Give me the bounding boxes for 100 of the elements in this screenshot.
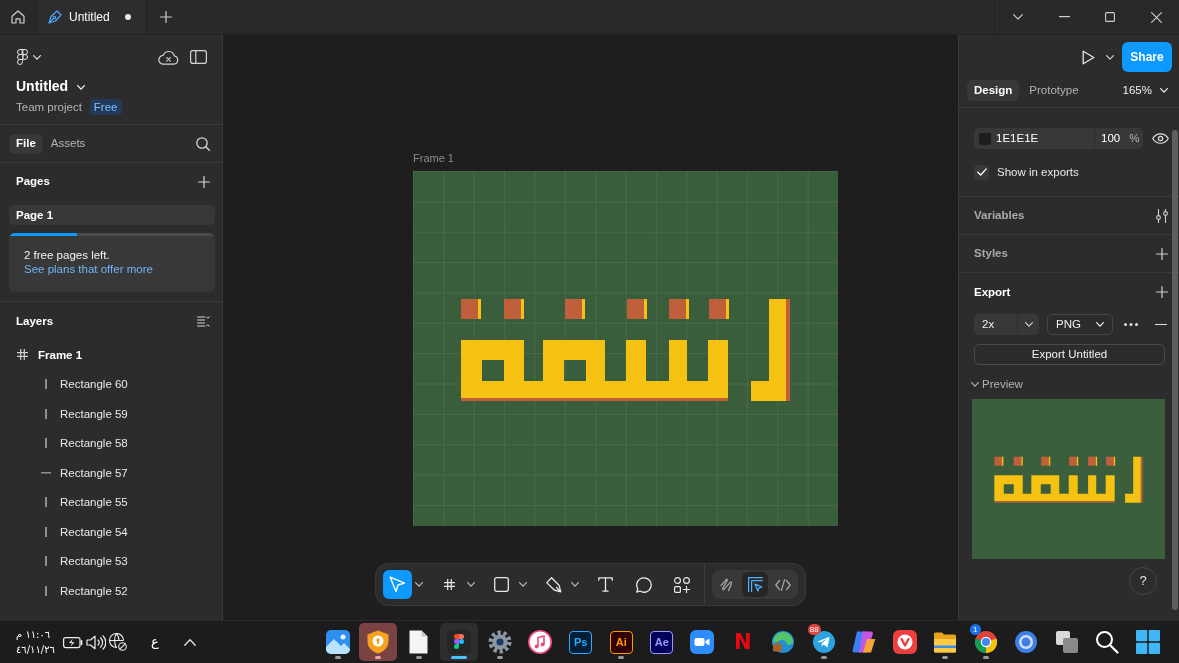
plus-icon[interactable]	[160, 11, 172, 23]
layer-row[interactable]: Rectangle 57	[0, 458, 222, 488]
scrollbar-thumb[interactable]	[1172, 130, 1178, 610]
video-camera-icon	[690, 630, 715, 654]
check-icon	[976, 168, 987, 176]
keyboard-language[interactable]: ع	[150, 633, 160, 651]
letter-shape	[1125, 456, 1143, 503]
panel-tab[interactable]: File	[9, 133, 43, 154]
horizontal-line-icon	[41, 472, 51, 474]
taskbar-button[interactable]: N	[723, 623, 762, 661]
caret-icon[interactable]	[415, 582, 423, 587]
layer-row[interactable]: Rectangle 60	[0, 369, 222, 399]
taskbar-button[interactable]: 88	[804, 623, 843, 661]
layer-row[interactable]: Rectangle 59	[0, 399, 222, 429]
taskbar-button[interactable]: 1	[966, 623, 1005, 661]
plus-icon[interactable]	[1156, 286, 1168, 298]
help-button[interactable]: ?	[1129, 567, 1157, 595]
eye-icon[interactable]	[1152, 133, 1169, 144]
cursor-icon	[389, 576, 406, 593]
browser-icon	[771, 630, 796, 654]
ribbon-icon	[852, 631, 877, 653]
scale-select[interactable]: 2x	[974, 314, 1039, 335]
browser-icon	[973, 630, 998, 654]
clock-date: ٤٦/١١/٢٦	[16, 643, 55, 657]
page-item[interactable]: Page 1	[9, 205, 215, 225]
more-icon[interactable]	[1124, 323, 1138, 326]
maximize-icon[interactable]	[1105, 12, 1115, 22]
sidebar-icon[interactable]	[189, 50, 207, 64]
section-title: Export	[974, 284, 1011, 300]
logo-letter: N	[733, 631, 752, 653]
project-name: Team project	[16, 99, 82, 115]
layer-row[interactable]: Rectangle 53	[0, 546, 222, 576]
taskbar-button[interactable]: Ai	[602, 623, 641, 661]
cloud-x-icon[interactable]	[157, 49, 179, 65]
search-icon[interactable]	[196, 136, 210, 151]
layer-row[interactable]: Rectangle 55	[0, 487, 222, 517]
caret-icon[interactable]	[1106, 54, 1114, 60]
layer-row[interactable]: Rectangle 54	[0, 517, 222, 547]
layer-row[interactable]: Frame 1	[0, 340, 222, 370]
close-icon[interactable]	[1150, 11, 1162, 23]
move-tool-button[interactable]	[383, 570, 412, 599]
browser-logo-icon	[892, 630, 917, 654]
music-note-icon	[528, 630, 553, 654]
pen-nib-icon	[48, 10, 62, 24]
hex-value[interactable]: 1E1E1E	[996, 131, 1039, 146]
home-icon[interactable]	[11, 10, 25, 24]
document-icon	[409, 630, 429, 654]
grid-icon	[1135, 630, 1160, 654]
percent-sign: %	[1129, 131, 1140, 146]
export-button[interactable]: Export Untitled	[974, 344, 1165, 365]
file-name[interactable]: Untitled	[16, 78, 69, 96]
frame-title[interactable]: Frame 1	[413, 151, 454, 165]
list-collapse-icon[interactable]	[197, 315, 210, 327]
hash-icon	[17, 349, 28, 361]
taskbar-button[interactable]: Ae	[642, 623, 681, 661]
taskbar-button[interactable]: Ps	[561, 623, 600, 661]
plus-icon[interactable]	[198, 175, 210, 188]
layer-row[interactable]: Rectangle 52	[0, 576, 222, 606]
checkbox-label: Show in exports	[997, 164, 1079, 180]
plus-icon[interactable]	[1156, 247, 1168, 260]
square-shape	[627, 299, 647, 319]
speaker-icon[interactable]	[86, 634, 106, 650]
chevron-down-icon[interactable]	[1013, 14, 1023, 20]
caret-icon[interactable]	[467, 582, 475, 587]
minimize-icon[interactable]	[1058, 16, 1070, 18]
section-title: Variables	[974, 208, 1025, 223]
section-title: Layers	[16, 313, 54, 329]
sliders-icon[interactable]	[1156, 208, 1168, 223]
panel-tab[interactable]: Assets	[43, 133, 93, 154]
panel-tab[interactable]: Prototype	[1022, 79, 1086, 101]
taskbar-button[interactable]	[359, 623, 398, 661]
layer-row[interactable]: Rectangle 58	[0, 428, 222, 458]
chevron-up-icon[interactable]	[184, 638, 196, 646]
notification-badge: 88	[807, 624, 821, 635]
taskbar-button[interactable]	[440, 623, 479, 661]
opacity-value[interactable]: 100	[1101, 131, 1121, 146]
square-icon	[494, 577, 509, 592]
caret-icon[interactable]	[571, 582, 579, 587]
square-shape	[669, 299, 689, 319]
ring-icon	[1014, 630, 1039, 654]
play-icon[interactable]	[1081, 49, 1095, 65]
plans-link[interactable]: See plans that offer more	[24, 262, 153, 276]
caret-icon[interactable]	[33, 54, 41, 60]
square-shape	[461, 299, 481, 319]
square-shape	[1088, 456, 1098, 466]
logo-icon[interactable]	[17, 49, 28, 65]
hash-icon	[444, 579, 455, 590]
fill-field[interactable]: 1E1E1E 100 %	[974, 128, 1143, 149]
battery-icon[interactable]	[63, 635, 83, 649]
caret-icon[interactable]	[519, 582, 527, 587]
globe-icon[interactable]	[109, 633, 127, 651]
square-shape	[1069, 456, 1079, 466]
document-tab[interactable]: Untitled	[37, 0, 147, 34]
format-select[interactable]: PNG	[1047, 314, 1113, 335]
minus-icon[interactable]	[1155, 323, 1167, 326]
preview-toggle[interactable]: Preview	[971, 377, 1023, 391]
checkbox[interactable]	[974, 164, 989, 180]
zoom-menu[interactable]: 165%	[1122, 82, 1168, 98]
panel-tab[interactable]: Design	[967, 79, 1020, 101]
design-mode-button[interactable]	[742, 572, 768, 597]
